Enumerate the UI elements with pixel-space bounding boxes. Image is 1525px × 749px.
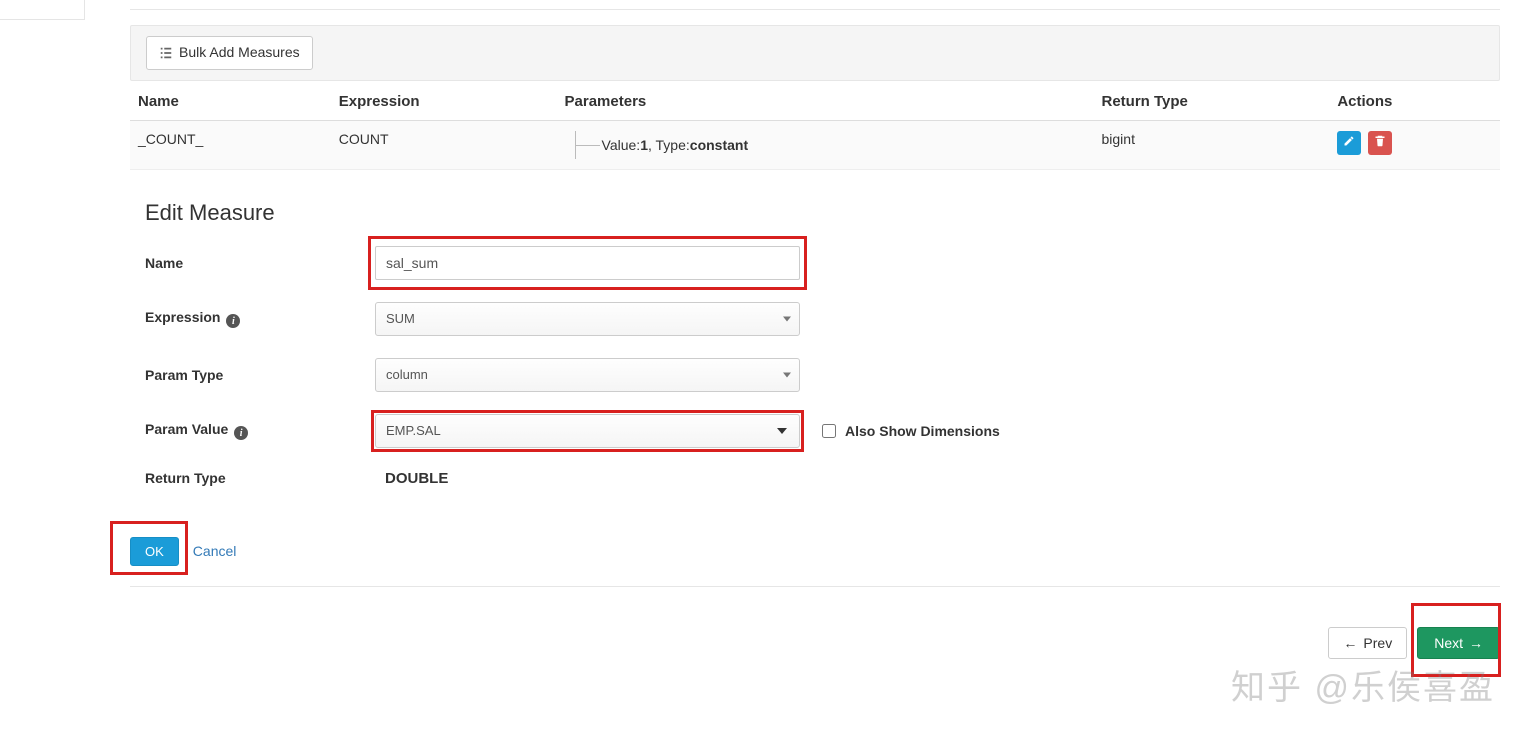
info-icon[interactable]: i <box>234 426 248 440</box>
watermark: 知乎 @乐侯喜盈 <box>1231 660 1495 709</box>
form-footer: OK Cancel <box>130 527 1500 587</box>
label-param-value: Param Value i <box>145 421 375 441</box>
arrow-left-icon: ← <box>1343 635 1357 651</box>
label-return-type: Return Type <box>145 470 375 486</box>
also-show-dimensions-label: Also Show Dimensions <box>845 423 1000 439</box>
name-input[interactable] <box>375 246 800 280</box>
param-value-label: Value: <box>602 137 641 153</box>
delete-button[interactable] <box>1368 131 1392 155</box>
param-type-select[interactable]: column <box>375 358 800 392</box>
next-label: Next <box>1434 635 1463 651</box>
chevron-down-icon <box>783 316 791 321</box>
bulk-add-label: Bulk Add Measures <box>179 43 300 63</box>
th-parameters: Parameters <box>557 81 1094 121</box>
cell-parameters: Value:1, Type:constant <box>557 120 1094 169</box>
row-expression: Expression i SUM <box>145 302 1485 336</box>
th-expression: Expression <box>331 81 557 121</box>
measures-toolbar-panel: Bulk Add Measures <box>130 25 1500 81</box>
cell-return-type: bigint <box>1093 120 1329 169</box>
cell-expression: COUNT <box>331 120 557 169</box>
param-type: constant <box>690 137 748 153</box>
also-show-dimensions-checkbox[interactable] <box>822 424 836 438</box>
ok-button[interactable]: OK <box>130 537 179 566</box>
arrow-right-icon: → <box>1469 635 1483 651</box>
top-divider <box>130 0 1500 10</box>
label-param-type: Param Type <box>145 367 375 383</box>
return-type-value: DOUBLE <box>375 470 448 487</box>
param-value-text: EMP.SAL <box>386 423 441 438</box>
table-row: _COUNT_ COUNT Value:1, Type:constant big… <box>130 120 1500 169</box>
param-type-value: column <box>386 367 428 382</box>
list-icon <box>159 46 173 60</box>
row-param-type: Param Type column <box>145 358 1485 392</box>
param-value: 1 <box>640 137 648 153</box>
param-type-label: , Type: <box>648 137 690 153</box>
expression-value: SUM <box>386 311 415 326</box>
pencil-icon <box>1343 135 1355 150</box>
next-button[interactable]: Next → <box>1417 627 1500 659</box>
nav-footer: ← Prev Next → <box>130 627 1500 659</box>
row-name: Name <box>145 246 1485 280</box>
row-param-value: Param Value i EMP.SAL Also Show Dimensio… <box>145 414 1485 448</box>
cancel-button[interactable]: Cancel <box>193 543 237 559</box>
edit-measure-title: Edit Measure <box>145 200 1485 226</box>
cell-actions <box>1329 120 1500 169</box>
label-name: Name <box>145 255 375 271</box>
th-return: Return Type <box>1093 81 1329 121</box>
prev-label: Prev <box>1363 635 1392 651</box>
trash-icon <box>1374 135 1386 150</box>
label-expression: Expression i <box>145 309 375 329</box>
row-return-type: Return Type DOUBLE <box>145 470 1485 487</box>
measures-table: Name Expression Parameters Return Type A… <box>130 81 1500 170</box>
cell-name: _COUNT_ <box>130 120 331 169</box>
param-value-select[interactable]: EMP.SAL <box>375 414 800 448</box>
th-actions: Actions <box>1329 81 1500 121</box>
prev-button[interactable]: ← Prev <box>1328 627 1407 659</box>
th-name: Name <box>130 81 331 121</box>
bulk-add-measures-button[interactable]: Bulk Add Measures <box>146 36 313 70</box>
edit-measure-section: Edit Measure Name Expression i SUM <box>130 170 1500 487</box>
chevron-down-icon <box>783 372 791 377</box>
edit-button[interactable] <box>1337 131 1361 155</box>
expression-select[interactable]: SUM <box>375 302 800 336</box>
chevron-down-icon <box>777 428 787 434</box>
left-sidebar-stub <box>0 0 85 20</box>
info-icon[interactable]: i <box>226 314 240 328</box>
